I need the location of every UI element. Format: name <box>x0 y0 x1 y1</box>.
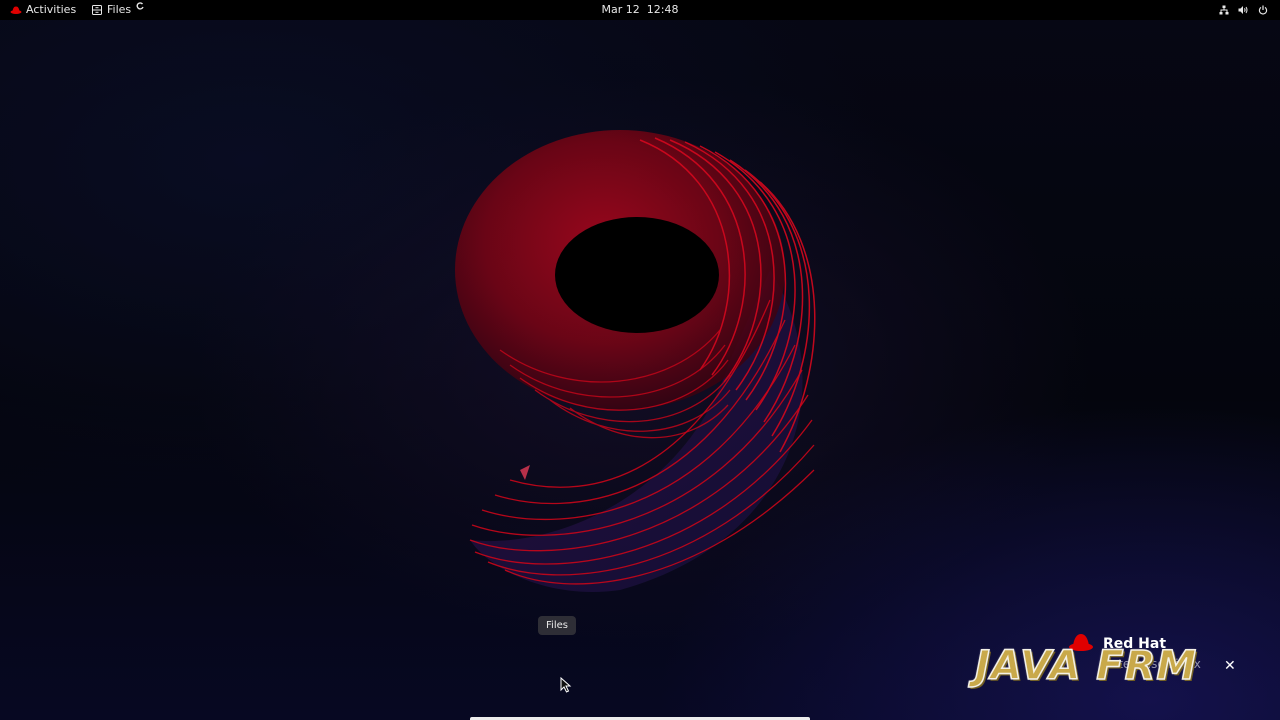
close-icon: ✕ <box>1224 658 1236 674</box>
mouse-pointer-icon <box>560 677 572 693</box>
power-icon <box>1258 5 1268 15</box>
watermark-logo-text: JAVA FRM <box>974 643 1198 689</box>
volume-icon <box>1238 5 1249 15</box>
clock[interactable]: Mar 12 12:48 <box>0 0 1280 20</box>
files-tooltip: Files <box>538 616 576 635</box>
wallpaper-nine-graphic <box>455 130 816 592</box>
watermark-overlay: Red Hat Enterprise Linux JAVA FRM ✕ <box>974 632 1240 692</box>
top-bar: Activities Files Mar 12 12:48 <box>0 0 1280 20</box>
clock-label: Mar 12 12:48 <box>601 3 679 16</box>
desktop-background: Activities Files Mar 12 12:48 Files Red … <box>0 0 1280 720</box>
network-icon <box>1219 5 1229 15</box>
system-tray[interactable] <box>1219 0 1268 20</box>
